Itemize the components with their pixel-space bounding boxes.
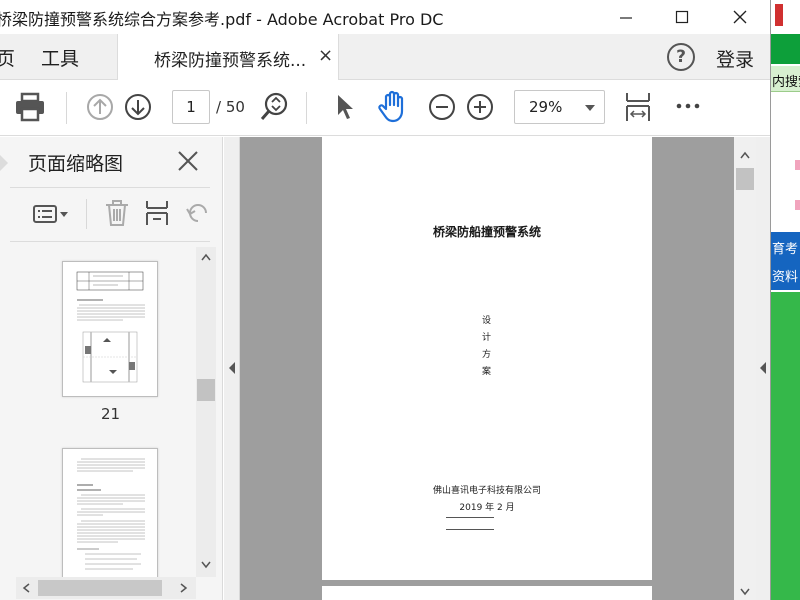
document-view[interactable]: 桥梁防船撞预警系统 设 计 方 案 佛山喜讯电子科技有限公司 2019 年 2 … [240,137,734,600]
zoom-marquee-icon[interactable] [260,92,290,122]
close-icon [733,10,747,24]
vertical-text-char: 设 [482,316,492,326]
background-blue-label: 资料 [772,270,799,285]
zoom-in-icon[interactable] [466,93,494,121]
collapse-left-icon[interactable] [228,362,236,374]
page-thumbnail[interactable] [62,261,158,397]
print-icon[interactable] [14,92,46,122]
minimize-button[interactable] [598,0,654,34]
chevron-down-icon[interactable] [201,561,211,569]
insert-page-icon[interactable] [144,199,170,227]
signature-line [446,517,494,518]
zoom-value: 29% [529,98,563,116]
login-button[interactable]: 登录 [716,45,754,72]
background-green-bar: 译 [771,34,800,93]
document-tab[interactable]: 桥梁防撞预警系统... × [117,34,339,80]
right-panel-strip[interactable] [756,137,770,600]
document-company: 佛山喜讯电子科技有限公司 [432,486,541,496]
vertical-text-char: 方 [482,350,492,360]
chevron-left-icon[interactable] [22,583,30,593]
background-blue-row: 资料 [771,260,800,290]
vertical-text-char: 计 [482,333,492,343]
chevron-up-icon[interactable] [740,151,750,159]
maximize-button[interactable] [654,0,710,34]
background-marker [795,160,800,170]
zoom-out-icon[interactable] [428,93,456,121]
minimize-icon [620,17,632,19]
page-total: / 50 [216,98,245,116]
close-window-button[interactable] [712,0,768,34]
scrollbar-thumb[interactable] [38,580,162,596]
scrollbar-thumb[interactable] [736,168,754,190]
background-marker [795,200,800,210]
home-menu[interactable]: 页 [0,44,15,71]
previous-page-icon[interactable] [86,93,114,121]
toolbar-separator [86,199,87,229]
background-search-row: 内搜索 [771,66,800,92]
document-title: 桥梁防船撞预警系统 [432,225,541,239]
vertical-text-char: 案 [482,367,492,377]
toolbar-separator [306,92,307,124]
help-button[interactable]: ? [667,43,695,71]
thumbnail-page-number: 21 [101,405,121,423]
menu-bar: 页 工具 桥梁防撞预警系统... × ? 登录 [0,34,770,80]
divider [10,241,210,242]
tools-menu[interactable]: 工具 [41,44,79,71]
zoom-dropdown[interactable]: 29% [514,90,605,124]
document-tab-label: 桥梁防撞预警系统... [154,51,307,71]
document-page: 桥梁防船撞预警系统 设 计 方 案 佛山喜讯电子科技有限公司 2019 年 2 … [322,137,652,580]
document-page [322,586,652,600]
thumbnail-options-icon[interactable] [32,203,72,225]
chevron-down-icon [585,105,595,111]
window-title: 桥梁防撞预警系统综合方案参考.pdf - Adobe Acrobat Pro D… [0,10,444,29]
page-thumbnail[interactable] [62,448,158,578]
trash-icon[interactable] [104,199,130,227]
divider [10,187,210,188]
hand-tool-icon[interactable] [377,90,409,124]
page-thumbnail-content [77,458,145,570]
rotate-icon[interactable] [186,199,208,227]
chevron-down-icon[interactable] [740,588,750,596]
background-green-panel [771,292,800,600]
toolbar: 1 / 50 29% [0,80,770,136]
next-page-icon[interactable] [124,93,152,121]
background-window: 译 内搜索 育考 资料 [770,0,800,600]
panel-title: 页面缩略图 [28,153,124,175]
scrollbar-thumb[interactable] [197,379,215,401]
panel-pointer [0,155,8,171]
thumbnails-horizontal-scrollbar[interactable] [16,577,196,599]
expand-left-icon[interactable] [759,362,767,374]
close-panel-icon[interactable] [177,150,199,172]
background-blue-label: 育考 [772,242,799,257]
select-tool-icon[interactable] [334,93,356,121]
background-search-label: 内搜索 [772,75,800,90]
title-bar: 桥梁防撞预警系统综合方案参考.pdf - Adobe Acrobat Pro D… [0,0,770,34]
chevron-right-icon[interactable] [180,583,188,593]
acrobat-window: 桥梁防撞预警系统综合方案参考.pdf - Adobe Acrobat Pro D… [0,0,800,600]
page-thumbnail-content [76,271,145,383]
maximize-icon [675,10,689,24]
thumbnails-vertical-scrollbar[interactable] [196,247,216,577]
chevron-up-icon[interactable] [201,253,211,261]
page-thumbnails-panel: 页面缩略图 21 [0,137,223,600]
document-vertical-scrollbar[interactable] [734,137,756,600]
more-options-icon[interactable] [676,102,700,110]
signature-line [446,529,494,530]
fit-page-icon[interactable] [624,90,652,124]
background-app-icon [775,4,783,26]
background-blue-row: 育考 [771,232,800,260]
tab-close-button[interactable]: × [318,45,333,66]
toolbar-separator [66,92,67,124]
document-date: 2019 年 2 月 [459,503,515,513]
collapse-panel-strip[interactable] [224,137,240,600]
page-number-input[interactable]: 1 [172,90,210,124]
